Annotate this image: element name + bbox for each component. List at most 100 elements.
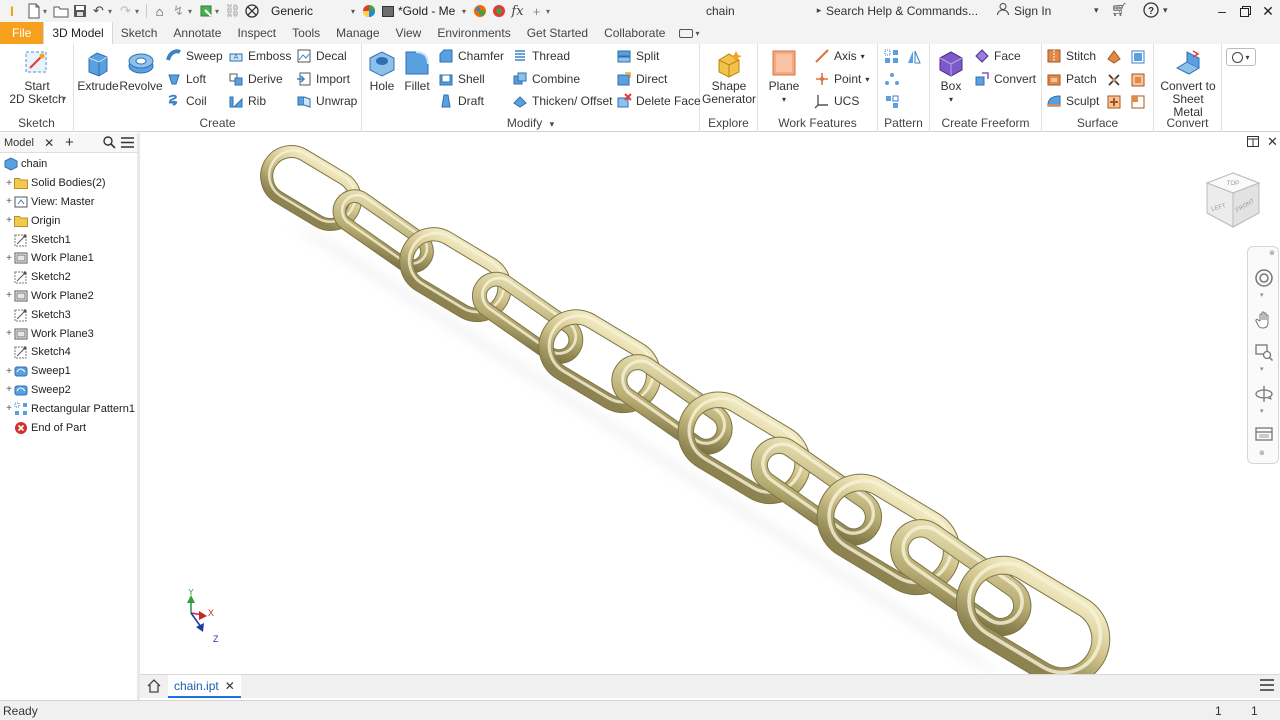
patch-button[interactable]: Patch — [1046, 69, 1097, 89]
tree-node[interactable]: + Origin — [0, 211, 137, 230]
expand-icon[interactable]: + — [4, 196, 14, 207]
expand-icon[interactable]: + — [4, 403, 14, 414]
ribbon-options-button[interactable]: ▾ — [1226, 48, 1256, 66]
tab-3d-model[interactable]: 3D Model — [43, 22, 113, 44]
hole-button[interactable]: Hole — [366, 48, 398, 93]
customize-toolbar-icon[interactable]: ▾ — [546, 7, 554, 16]
help-search-input[interactable]: Search Help & Commands... — [826, 4, 978, 18]
tree-node[interactable]: + Sweep1 — [0, 362, 137, 381]
repair-bodies-icon[interactable] — [1104, 92, 1124, 112]
tab-inspect[interactable]: Inspect — [229, 22, 284, 44]
chamfer-button[interactable]: Chamfer — [438, 46, 504, 66]
ribbon-display-toggle[interactable]: ▾ — [679, 22, 699, 44]
clear-appearance-icon[interactable] — [489, 2, 508, 20]
start-2d-sketch-button[interactable]: Start 2D Sketch — [8, 48, 66, 106]
viewcube[interactable]: TOP LEFT FRONT — [1201, 169, 1265, 235]
tree-node[interactable]: + View: Master — [0, 193, 137, 212]
face-button[interactable]: Face — [974, 46, 1021, 66]
tab-get-started[interactable]: Get Started — [519, 22, 596, 44]
add-browser-icon[interactable]: + — [60, 133, 78, 153]
navbar-close-icon[interactable]: ⊗ — [1269, 249, 1275, 257]
new-dropdown-icon[interactable]: ▾ — [43, 7, 51, 16]
expand-icon[interactable]: + — [4, 253, 14, 264]
tree-node[interactable]: Sketch3 — [0, 305, 137, 324]
import-button[interactable]: Import — [296, 69, 350, 89]
tree-node[interactable]: + Work Plane1 — [0, 249, 137, 268]
box-button[interactable]: Box ▾ — [934, 48, 968, 106]
tab-tools[interactable]: Tools — [284, 22, 328, 44]
open-folder-icon[interactable] — [51, 2, 70, 20]
close-window-button[interactable]: ✕ — [1256, 0, 1280, 22]
combine-button[interactable]: Combine — [512, 69, 580, 89]
chevron-down-icon[interactable]: ▾ — [1260, 365, 1264, 373]
cart-icon[interactable]: 🛒︎ — [1111, 2, 1128, 18]
direct-button[interactable]: Direct — [616, 69, 667, 89]
axis-button[interactable]: Axis ▾ — [814, 46, 865, 66]
close-icon[interactable]: ✕ — [40, 133, 58, 153]
rectangular-pattern-icon[interactable] — [882, 47, 902, 67]
tree-node[interactable]: + Sweep2 — [0, 381, 137, 400]
thread-button[interactable]: Thread — [512, 46, 570, 66]
chevron-down-icon[interactable]: ▾ — [1260, 407, 1264, 415]
stitch-button[interactable]: Stitch — [1046, 46, 1096, 66]
help-search-box[interactable]: ▸ Search Help & Commands... — [812, 1, 988, 20]
expand-icon[interactable]: + — [4, 384, 14, 395]
orbit-icon[interactable] — [1253, 383, 1275, 405]
revolve-button[interactable]: Revolve — [119, 48, 163, 93]
chain-model-3d[interactable] — [143, 133, 1280, 674]
delete-surface-icon[interactable] — [1128, 70, 1148, 90]
tab-view[interactable]: View — [388, 22, 430, 44]
home-icon[interactable]: ⌂ — [150, 2, 169, 20]
delete-face-button[interactable]: Delete Face — [616, 91, 701, 111]
undo-dropdown-icon[interactable]: ▾ — [108, 7, 116, 16]
sketch-dropdown-icon[interactable]: ▾ — [62, 94, 66, 103]
redo-icon[interactable]: ↷ — [116, 2, 135, 20]
shape-generator-button[interactable]: Shape Generator — [702, 48, 756, 106]
mirror-icon[interactable] — [904, 47, 924, 67]
expand-icon[interactable]: + — [4, 290, 14, 301]
extrude-button[interactable]: Extrude — [77, 48, 119, 93]
tree-node[interactable]: End of Part — [0, 418, 137, 437]
tab-collaborate[interactable]: Collaborate — [596, 22, 673, 44]
replace-face-icon[interactable] — [1128, 47, 1148, 67]
trim-surface-icon[interactable] — [1104, 47, 1124, 67]
maximize-viewport-icon[interactable] — [1247, 136, 1259, 150]
tree-node[interactable]: Sketch1 — [0, 230, 137, 249]
coil-button[interactable]: Coil — [166, 91, 207, 111]
plane-button[interactable]: Plane ▾ — [766, 48, 802, 106]
save-icon[interactable] — [70, 2, 89, 20]
tree-node[interactable]: + Work Plane2 — [0, 287, 137, 306]
help-icon[interactable]: ? — [1143, 2, 1159, 21]
measure-icon[interactable]: ⛓ — [223, 2, 242, 20]
split-button[interactable]: Split — [616, 46, 659, 66]
expand-icon[interactable]: + — [4, 215, 14, 226]
tab-annotate[interactable]: Annotate — [165, 22, 229, 44]
minimize-button[interactable]: – — [1210, 0, 1234, 22]
graphics-viewport[interactable]: ✕ TOP LEFT FRONT ⊗ ▾ ▾ ▾ ⊗ Y X Z — [143, 133, 1280, 674]
color-wheel-icon[interactable] — [359, 2, 378, 20]
decal-button[interactable]: Decal — [296, 46, 347, 66]
fillet-button[interactable]: Fillet — [400, 48, 434, 93]
select-dropdown-icon[interactable]: ▾ — [215, 7, 223, 16]
extend-surface-icon[interactable] — [1104, 70, 1124, 90]
tree-node[interactable]: + Work Plane3 — [0, 324, 137, 343]
convert-to-sheet-metal-button[interactable]: Convert to Sheet Metal — [1156, 48, 1220, 119]
derive-button[interactable]: Derive — [228, 69, 283, 89]
appearance-ball-icon[interactable] — [470, 2, 489, 20]
material-dropdown[interactable]: *Gold - Me ▾ — [378, 2, 470, 20]
close-icon[interactable]: ✕ — [225, 679, 235, 693]
tab-file[interactable]: File — [0, 22, 44, 44]
tree-root[interactable]: chain — [0, 155, 137, 174]
restore-button[interactable] — [1233, 0, 1257, 22]
unwrap-button[interactable]: Unwrap — [296, 91, 357, 111]
steering-wheel-icon[interactable] — [1253, 267, 1275, 289]
ucs-button[interactable]: UCS — [814, 91, 859, 111]
style-dropdown[interactable]: Generic ▾ — [267, 2, 359, 20]
document-list-icon[interactable] — [1260, 679, 1274, 694]
expand-icon[interactable]: + — [4, 178, 14, 189]
add-icon[interactable]: + — [527, 2, 546, 20]
navbar-options-icon[interactable]: ⊗ — [1259, 449, 1265, 457]
draft-button[interactable]: Draft — [438, 91, 484, 111]
fit-mesh-face-icon[interactable] — [1128, 92, 1148, 112]
thicken-offset-button[interactable]: Thicken/ Offset — [512, 91, 612, 111]
